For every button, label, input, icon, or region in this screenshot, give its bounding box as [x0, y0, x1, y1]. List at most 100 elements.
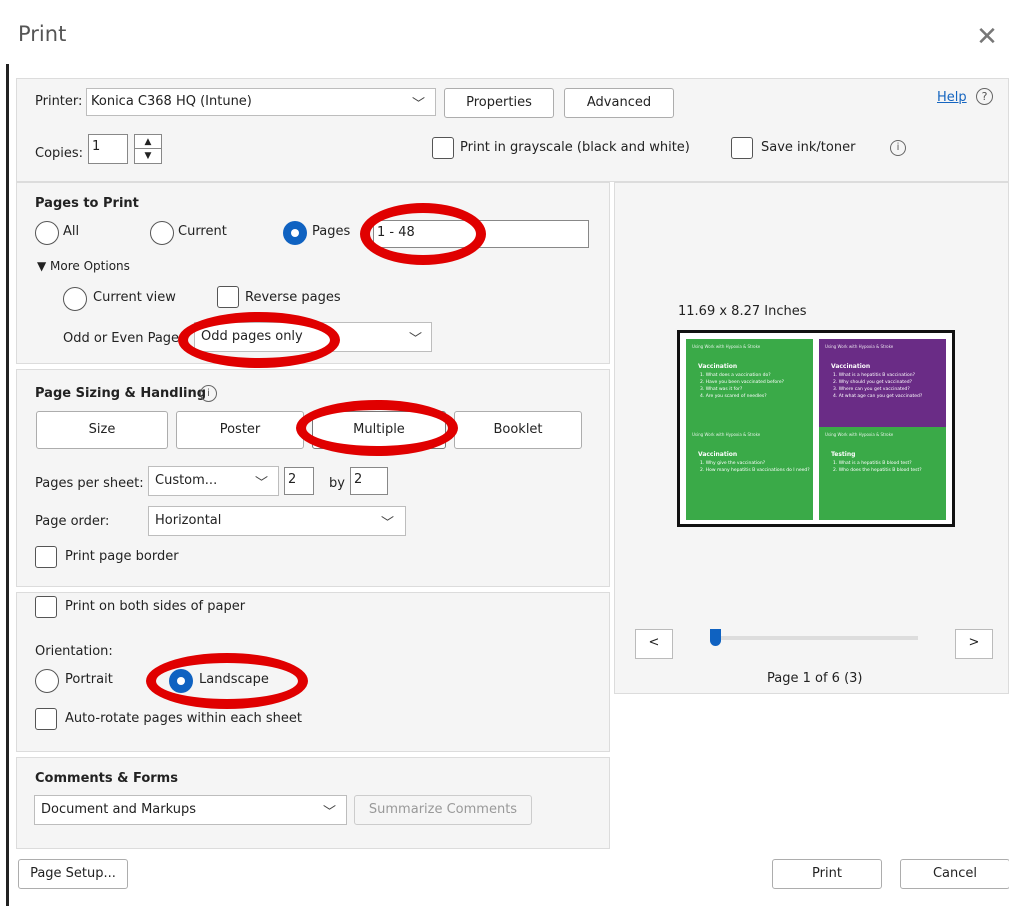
preview-card: Using Work with Hypoxia & Stroke Vaccinat… [819, 339, 946, 432]
chevron-down-icon: ﹀ [412, 97, 426, 112]
preview-card: Using Work with Hypoxia & Stroke Vaccinat… [686, 339, 813, 432]
reverse-pages-label: Reverse pages [245, 290, 341, 305]
stepper-down-icon[interactable]: ▼ [135, 149, 161, 163]
copies-label: Copies: [35, 146, 84, 161]
orientation-label: Orientation: [35, 644, 113, 659]
card-line: 3. Where can you get vaccinated? [833, 387, 910, 392]
prev-page-button[interactable]: < [635, 629, 673, 659]
pages-per-sheet-select[interactable]: Custom... ﹀ [148, 466, 279, 496]
radio-all[interactable] [35, 221, 59, 245]
card-heading: Vaccination [831, 363, 871, 370]
print-button[interactable]: Print [772, 859, 882, 889]
info-icon[interactable]: i [890, 140, 906, 156]
pages-per-sheet-label: Pages per sheet: [35, 476, 144, 491]
odd-even-value: Odd pages only [201, 329, 303, 344]
portrait-label: Portrait [65, 672, 113, 687]
help-link[interactable]: Help [937, 90, 967, 105]
card-heading: Testing [831, 451, 856, 458]
columns-input[interactable]: 2 [284, 467, 314, 495]
pages-to-print-heading: Pages to Print [35, 196, 139, 211]
page-preview: Using Work with Hypoxia & Stroke Vaccinat… [677, 330, 955, 527]
printer-value: Konica C368 HQ (Intune) [91, 94, 252, 109]
more-options-label: More Options [50, 259, 130, 273]
card-line: 2. Why should you get vaccinated? [833, 380, 912, 385]
cancel-button[interactable]: Cancel [900, 859, 1009, 889]
printer-select[interactable]: Konica C368 HQ (Intune) ﹀ [86, 88, 436, 116]
page-sizing-heading: Page Sizing & Handling [35, 386, 207, 401]
save-ink-checkbox[interactable] [731, 137, 753, 159]
odd-even-select[interactable]: Odd pages only ﹀ [194, 322, 432, 352]
card-line: 4. Are you scared of needles? [700, 394, 767, 399]
more-options-toggle[interactable]: ▼ More Options [37, 259, 130, 273]
preview-card: Using Work with Hypoxia & Stroke Vaccinat… [686, 427, 813, 520]
dialog-title: Print [18, 22, 67, 46]
page-setup-button[interactable]: Page Setup... [18, 859, 128, 889]
copies-input[interactable]: 1 [88, 134, 128, 164]
preview-pages: Using Work with Hypoxia & Stroke Vaccinat… [686, 339, 946, 520]
card-line: 2. Who does the hepatitis B blood test? [833, 468, 922, 473]
page-order-select[interactable]: Horizontal ﹀ [148, 506, 406, 536]
tab-poster[interactable]: Poster [176, 411, 304, 449]
card-line: 1. What is a hepatitis B vaccination? [833, 373, 915, 378]
both-sides-checkbox[interactable] [35, 596, 57, 618]
printer-label: Printer: [35, 94, 83, 109]
reverse-pages-checkbox[interactable] [217, 286, 239, 308]
title-bar [0, 0, 1009, 64]
print-dialog: Print ✕ Printer: Konica C368 HQ (Intune)… [0, 0, 1009, 906]
page-status: Page 1 of 6 (3) [767, 671, 863, 686]
radio-current[interactable] [150, 221, 174, 245]
rows-input[interactable]: 2 [350, 467, 388, 495]
autorotate-checkbox[interactable] [35, 708, 57, 730]
card-line: 2. How many hepatitis B vaccinations do … [700, 468, 810, 473]
properties-button[interactable]: Properties [444, 88, 554, 118]
grayscale-label: Print in grayscale (black and white) [460, 140, 690, 155]
stepper-up-icon[interactable]: ▲ [135, 135, 161, 149]
grayscale-checkbox[interactable] [432, 137, 454, 159]
summarize-comments-button[interactable]: Summarize Comments [354, 795, 532, 825]
tab-booklet[interactable]: Booklet [454, 411, 582, 449]
info-icon[interactable]: i [200, 385, 217, 402]
comments-select[interactable]: Document and Markups ﹀ [34, 795, 347, 825]
next-page-button[interactable]: > [955, 629, 993, 659]
print-border-checkbox[interactable] [35, 546, 57, 568]
pages-range-input[interactable]: 1 - 48 [373, 220, 589, 248]
close-icon[interactable]: ✕ [972, 22, 1002, 52]
chevron-down-icon: ﹀ [409, 332, 423, 347]
radio-current-view[interactable] [63, 287, 87, 311]
radio-pages[interactable] [283, 221, 307, 245]
card-line: 1. What is a hepatitis B blood test? [833, 461, 912, 466]
advanced-button[interactable]: Advanced [564, 88, 674, 118]
preview-card: Using Work with Hypoxia & Stroke Testing 1… [819, 427, 946, 520]
print-border-label: Print page border [65, 549, 179, 564]
card-line: 4. At what age can you get vaccinated? [833, 394, 923, 399]
comments-value: Document and Markups [41, 802, 196, 817]
radio-landscape[interactable] [169, 669, 193, 693]
card-line: 1. Why give the vaccination? [700, 461, 766, 466]
left-border [6, 64, 9, 906]
radio-pages-label: Pages [312, 224, 351, 239]
odd-even-label: Odd or Even Pages [63, 331, 186, 346]
page-order-label: Page order: [35, 514, 110, 529]
card-tag: Using Work with Hypoxia & Stroke [825, 344, 894, 349]
radio-portrait[interactable] [35, 669, 59, 693]
triangle-down-icon: ▼ [37, 259, 51, 273]
copies-stepper[interactable]: ▲ ▼ [134, 134, 162, 164]
card-tag: Using Work with Hypoxia & Stroke [692, 432, 761, 437]
tab-size[interactable]: Size [36, 411, 168, 449]
tab-multiple[interactable]: Multiple [312, 411, 446, 449]
paper-size-label: 11.69 x 8.27 Inches [678, 304, 807, 319]
help-icon[interactable]: ? [976, 88, 993, 105]
chevron-down-icon: ﹀ [323, 805, 337, 820]
slider-thumb[interactable] [710, 629, 721, 646]
chevron-down-icon: ﹀ [381, 516, 395, 531]
page-slider[interactable] [710, 629, 918, 646]
card-line: 3. What was it for? [700, 387, 743, 392]
card-line: 1. What does a vaccination do? [700, 373, 771, 378]
save-ink-label: Save ink/toner [761, 140, 856, 155]
autorotate-label: Auto-rotate pages within each sheet [65, 711, 302, 726]
card-tag: Using Work with Hypoxia & Stroke [825, 432, 894, 437]
card-line: 2. Have you been vaccinated before? [700, 380, 785, 385]
pages-per-sheet-value: Custom... [155, 473, 218, 488]
both-sides-label: Print on both sides of paper [65, 599, 246, 614]
radio-current-label: Current [178, 224, 227, 239]
